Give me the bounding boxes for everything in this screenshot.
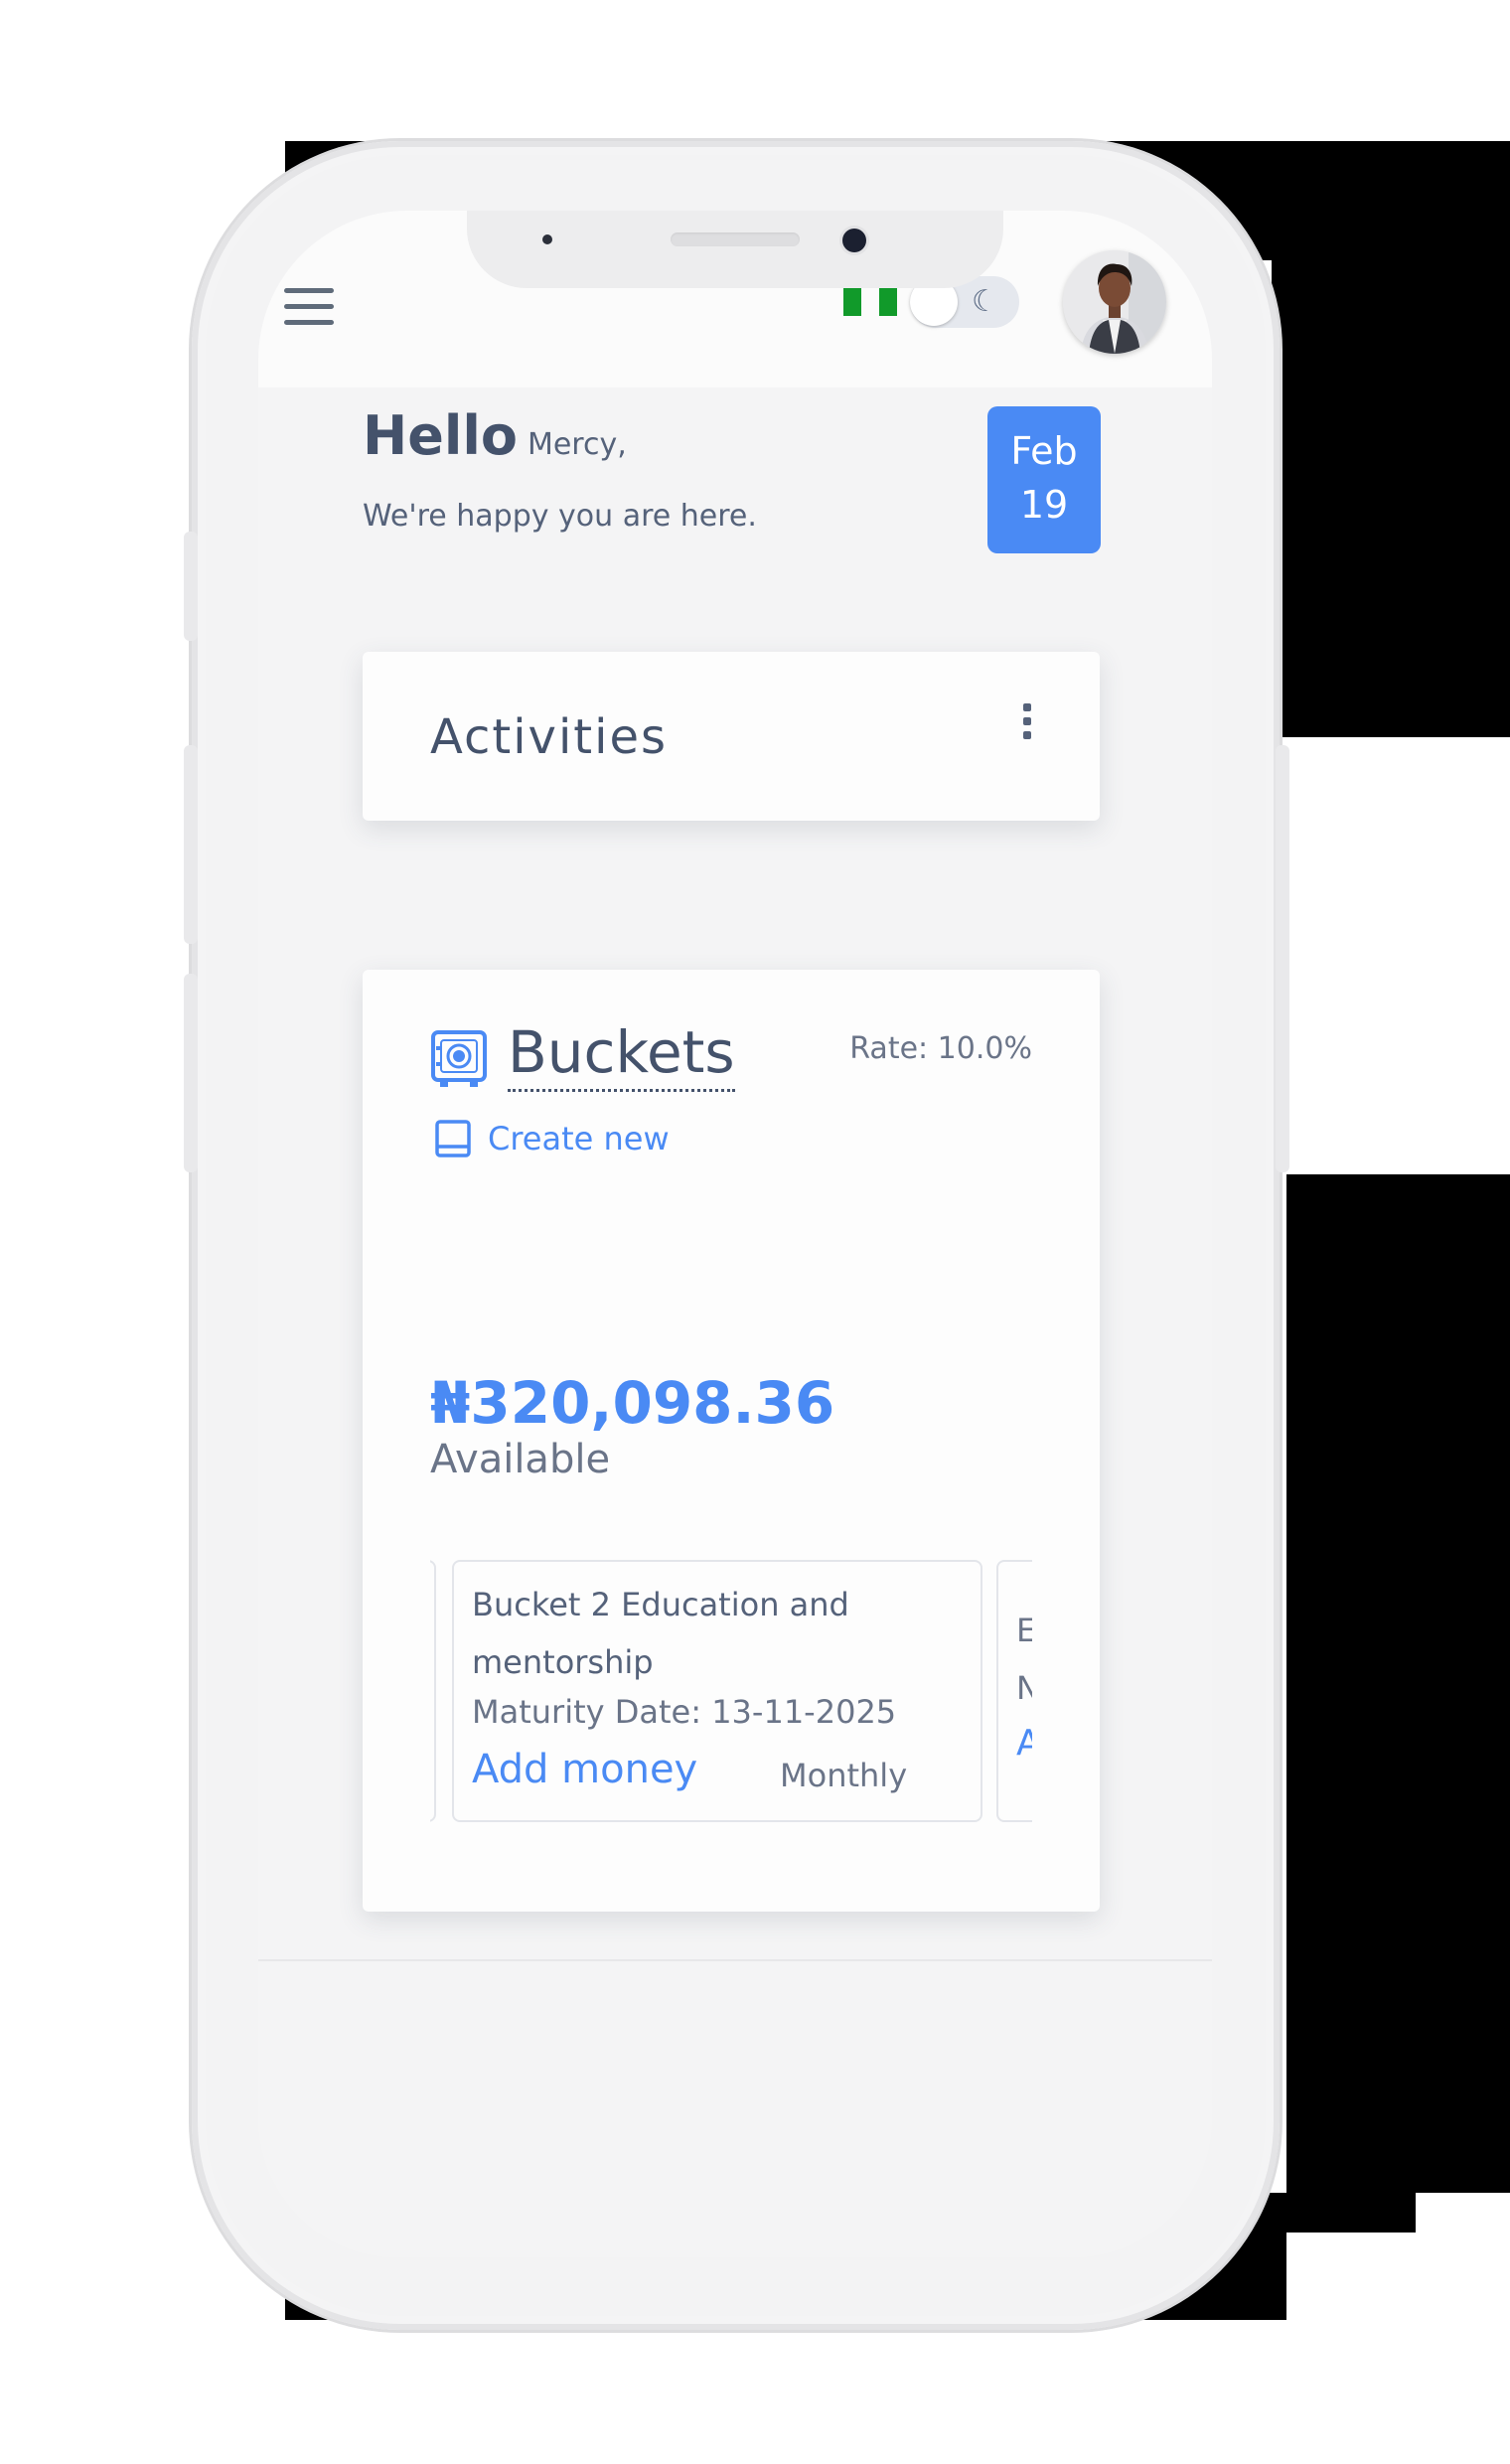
bucket-card-next[interactable]: E N A (996, 1560, 1032, 1822)
available-label: Available (430, 1437, 611, 1482)
bucket-frequency: Monthly (780, 1757, 908, 1794)
next-bucket-name-peek: E (1016, 1612, 1032, 1649)
nigeria-flag-icon (843, 288, 897, 316)
backdrop-block (1272, 260, 1510, 737)
app-screen: ☾ Hello Mercy, We're happy you are here. … (258, 211, 1212, 2257)
phone-power-button (1276, 745, 1289, 1172)
date-month: Feb (1010, 429, 1078, 473)
phone-notch (467, 211, 1003, 288)
phone-volume-down (184, 974, 198, 1172)
next-bucket-maturity-peek: N (1016, 1669, 1032, 1707)
hamburger-menu-icon[interactable] (284, 288, 334, 328)
greeting-tagline: We're happy you are here. (363, 499, 757, 534)
bucket-card-previous[interactable] (430, 1560, 436, 1822)
date-badge: Feb 19 (987, 406, 1101, 553)
backdrop-block (1286, 1174, 1510, 2193)
bucket-card[interactable]: Bucket 2 Education and mentorship Maturi… (452, 1560, 982, 1822)
earpiece-speaker (671, 232, 800, 246)
greeting-heading: Hello Mercy, (363, 404, 627, 467)
new-document-icon (435, 1120, 471, 1157)
next-bucket-action-peek[interactable]: A (1016, 1723, 1032, 1764)
activities-title: Activities (430, 709, 668, 765)
interest-rate: Rate: 10.0% (849, 1031, 1032, 1066)
bucket-carousel[interactable]: Bucket 2 Education and mentorship Maturi… (430, 1560, 1032, 1822)
more-options-icon[interactable] (1016, 703, 1036, 747)
date-day: 19 (1019, 483, 1069, 527)
safe-icon (431, 1030, 487, 1087)
user-photo-icon (1063, 250, 1166, 354)
user-name: Mercy, (527, 427, 627, 462)
hello-text: Hello (363, 404, 518, 467)
buckets-card: Buckets Rate: 10.0% Create new ₦320,098.… (363, 970, 1100, 1912)
bucket-maturity-date: Maturity Date: 13-11-2025 (472, 1693, 897, 1731)
bottom-divider (258, 1959, 1212, 1961)
create-new-label: Create new (488, 1120, 670, 1157)
backdrop-block (1286, 2193, 1416, 2233)
activities-card[interactable]: Activities (363, 652, 1100, 821)
buckets-title[interactable]: Buckets (508, 1017, 735, 1092)
bucket-name: Bucket 2 Education and mentorship (472, 1586, 849, 1681)
add-money-button[interactable]: Add money (472, 1747, 697, 1792)
phone-volume-up (184, 745, 198, 944)
avatar[interactable] (1063, 250, 1166, 354)
phone-mute-switch (184, 532, 198, 641)
sensor-dot (542, 234, 552, 244)
moon-icon: ☾ (972, 284, 998, 319)
backdrop-block (1286, 737, 1510, 1174)
create-new-bucket-button[interactable]: Create new (434, 1119, 670, 1158)
front-camera (842, 229, 866, 252)
available-balance: ₦320,098.36 (430, 1369, 835, 1437)
